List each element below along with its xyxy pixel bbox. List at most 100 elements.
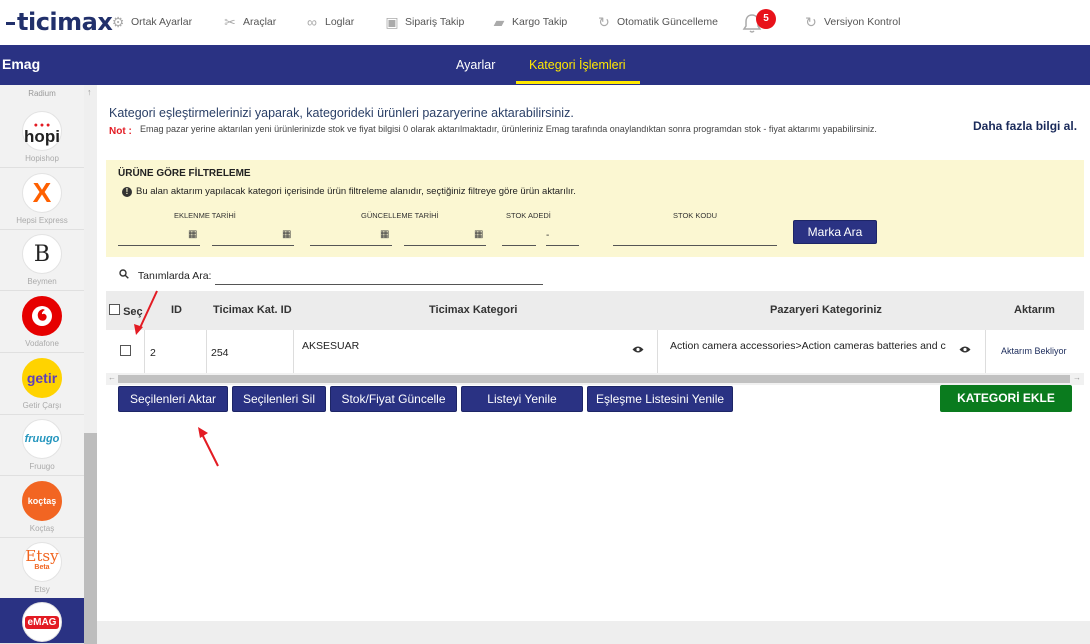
tab-kategori-islemleri[interactable]: Kategori İşlemleri [529, 58, 626, 72]
header-ticimax-cat-id[interactable]: Ticimax Kat. ID [213, 304, 292, 316]
nav-loglar[interactable]: ∞ Loglar [304, 14, 354, 30]
table-scroll-thumb[interactable] [118, 375, 1070, 383]
fruugo-logo: fruugo [22, 419, 62, 459]
nav-versiyon-kontrol[interactable]: ↻ Versiyon Kontrol [803, 14, 900, 30]
gear-icon: ⚙ [111, 14, 125, 30]
sidebar-scroll-thumb[interactable] [84, 433, 97, 644]
scroll-up-icon[interactable]: ↑ [87, 87, 92, 97]
sidebar-item-hopishop[interactable]: ● ● ● hopi Hopishop [0, 107, 84, 168]
row-select-checkbox[interactable] [120, 345, 131, 359]
sidebar-item-vodafone[interactable]: Vodafone [0, 292, 84, 353]
module-header: Emag Ayarlar Kategori İşlemleri [0, 45, 1090, 85]
nav-kargo-takip[interactable]: ▰ Kargo Takip [491, 14, 568, 30]
add-category-button[interactable]: KATEGORİ EKLE [940, 385, 1072, 412]
annotation-arrow-icon [134, 290, 158, 335]
row-transfer-status[interactable]: Aktarım Bekliyor [1001, 346, 1067, 356]
module-title: Emag [2, 56, 41, 72]
ticimax-logo[interactable]: ticimax [6, 8, 113, 36]
sidebar-item-label: Getir Çarşı [22, 401, 62, 410]
header-id[interactable]: ID [171, 304, 182, 316]
header-transfer[interactable]: Aktarım [1014, 304, 1055, 316]
sidebar-item-hepsi-express[interactable]: X Hepsi Express [0, 169, 84, 230]
glasses-icon: ∞ [307, 14, 317, 30]
sidebar-item-emag[interactable]: eMAG [0, 598, 84, 644]
main-content: Kategori eşleştirmelerinizi yaparak, kat… [97, 85, 1090, 644]
added-date-label: EKLENME TARİHİ [174, 211, 236, 220]
sidebar-item-getir-carsi[interactable]: getir Getir Çarşı [0, 354, 84, 415]
sidebar-item-beymen[interactable]: B Beymen [0, 230, 84, 291]
hopi-logo: ● ● ● hopi [22, 111, 62, 151]
sidebar-item-etsy[interactable]: Etsy Beta Etsy [0, 538, 84, 599]
row-ticimax-category: AKSESUAR [302, 340, 360, 352]
scroll-right-icon[interactable]: → [1073, 373, 1081, 382]
active-tab-indicator [516, 81, 640, 84]
eye-icon[interactable] [959, 345, 971, 357]
stock-count-label: STOK ADEDİ [506, 211, 551, 220]
refresh-list-button[interactable]: Listeyi Yenile [461, 386, 583, 412]
refresh-icon: ↻ [598, 14, 610, 30]
note-label: Not : [109, 126, 132, 137]
nav-ortak-ayarlar[interactable]: ⚙ Ortak Ayarlar [110, 14, 192, 30]
truck-icon: ▰ [493, 14, 505, 30]
nav-siparis-takip[interactable]: ▣ Sipariş Takip [384, 14, 464, 30]
stock-min-input[interactable] [502, 226, 536, 246]
row-ticimax-cat-id: 254 [211, 347, 229, 359]
delete-selected-button[interactable]: Seçilenleri Sil [232, 386, 326, 412]
definitions-search-input[interactable] [215, 268, 543, 285]
footer-bar [97, 621, 1090, 644]
more-info-link[interactable]: Daha fazla bilgi al. [973, 119, 1077, 133]
emag-logo: eMAG [22, 602, 62, 642]
box-icon: ▣ [385, 14, 399, 30]
definitions-search-label: Tanımlarda Ara: [119, 269, 211, 282]
beymen-logo: B [22, 234, 62, 274]
sidebar-item-label: Fruugo [29, 462, 55, 471]
nav-otomatik-guncelleme[interactable]: ↻ Otomatik Güncelleme [596, 14, 718, 30]
sidebar-item-koctas[interactable]: koçtaş Koçtaş [0, 477, 84, 538]
getir-logo: getir [22, 358, 62, 398]
hepsi-express-logo: X [22, 173, 62, 213]
stock-code-input[interactable] [613, 226, 777, 246]
calendar-icon[interactable]: ▦ [380, 230, 390, 240]
sidebar-item-label: Hepsi Express [16, 216, 68, 225]
header-marketplace-category[interactable]: Pazaryeri Kategoriniz [770, 304, 882, 316]
calendar-icon[interactable]: ▦ [188, 230, 198, 240]
sidebar-item-label: Vodafone [25, 339, 59, 348]
tools-icon: ✂ [224, 14, 236, 30]
eye-icon[interactable] [632, 345, 644, 357]
header-ticimax-category[interactable]: Ticimax Kategori [429, 304, 517, 316]
row-marketplace-category: Action camera accessories>Action cameras… [670, 340, 946, 352]
sidebar-item-label: Koçtaş [29, 524, 55, 533]
sidebar-item-fruugo[interactable]: fruugo Fruugo [0, 415, 84, 476]
top-toolbar: ticimax ⚙ Ortak Ayarlar ✂ Araçlar ∞ Loglar … [0, 0, 1090, 45]
scroll-left-icon[interactable]: ← [108, 373, 116, 382]
stock-max-input[interactable] [546, 226, 579, 246]
annotation-arrow-icon [198, 427, 219, 467]
row-id: 2 [150, 347, 156, 359]
sidebar-item-label: Radium [28, 89, 56, 98]
refresh-matching-list-button[interactable]: Eşleşme Listesini Yenile [587, 386, 733, 412]
notification-badge[interactable]: 5 [756, 9, 776, 29]
calendar-icon[interactable]: ▦ [474, 230, 484, 240]
search-icon [119, 269, 132, 282]
etsy-logo: Etsy Beta [22, 542, 62, 582]
stock-code-label: STOK KODU [673, 211, 718, 220]
sync-icon: ↻ [805, 14, 817, 30]
filter-title: ÜRÜNE GÖRE FİLTRELEME [118, 168, 251, 179]
sidebar-item-label: Etsy [34, 585, 50, 594]
transfer-selected-button[interactable]: Seçilenleri Aktar [118, 386, 228, 412]
nav-araclar[interactable]: ✂ Araçlar [222, 14, 276, 30]
koctas-logo: koçtaş [22, 481, 62, 521]
marka-ara-button[interactable]: Marka Ara [793, 220, 877, 244]
calendar-icon[interactable]: ▦ [282, 230, 292, 240]
updated-date-label: GÜNCELLEME TARİHİ [361, 211, 439, 220]
table-horizontal-scrollbar[interactable]: ← → [106, 373, 1084, 385]
info-icon: ! [122, 187, 132, 197]
intro-text: Kategori eşleştirmelerinizi yaparak, kat… [109, 106, 574, 120]
marketplace-sidebar: ↑ Radium ● ● ● hopi Hopishop X Hepsi Expr… [0, 85, 97, 644]
tab-ayarlar[interactable]: Ayarlar [456, 58, 495, 72]
filter-info-text: Bu alan aktarım yapılacak kategori içeri… [136, 186, 576, 197]
product-filter-panel: ÜRÜNE GÖRE FİLTRELEME ! Bu alan aktarım y… [106, 160, 1084, 257]
filter-info: ! Bu alan aktarım yapılacak kategori içer… [122, 186, 576, 197]
update-stock-price-button[interactable]: Stok/Fiyat Güncelle [330, 386, 457, 412]
select-all-checkbox[interactable] [109, 304, 120, 315]
